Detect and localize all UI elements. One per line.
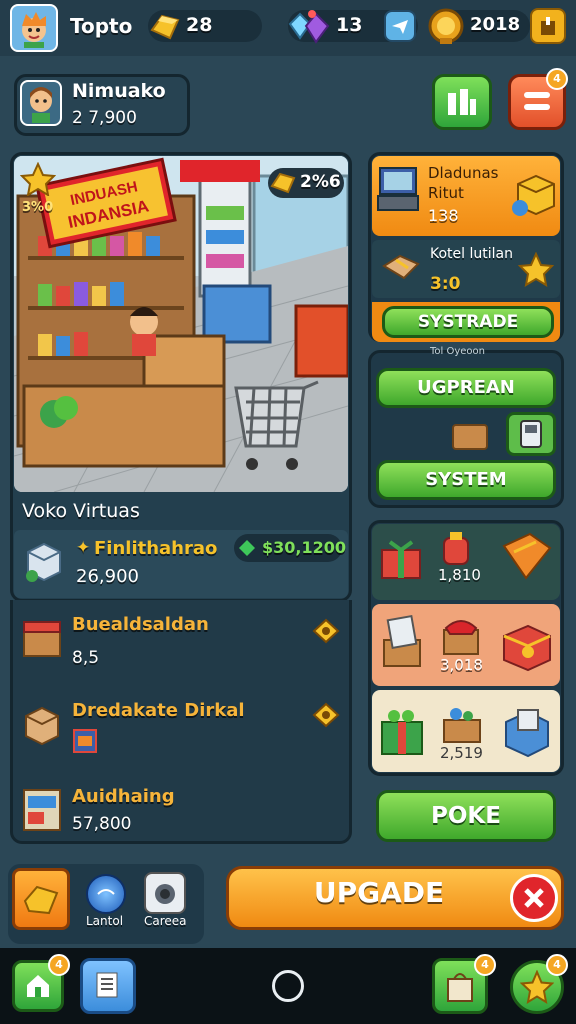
- register-icon: [376, 164, 420, 214]
- right-card-value: 138: [428, 206, 459, 225]
- coin-value: 2018: [470, 14, 521, 35]
- gem-value: 13: [336, 14, 363, 36]
- boy-face-icon: [22, 12, 46, 48]
- hotel-title: Kotel lutilan: [430, 246, 513, 262]
- list-item-3-icon: [20, 786, 64, 834]
- plane-icon[interactable]: [384, 10, 416, 42]
- system-button[interactable]: SYSTEM: [376, 460, 556, 500]
- hotel-star-icon: [518, 252, 554, 288]
- scene-gold-icon: [268, 168, 298, 198]
- items-row-1-value: 1,810: [438, 566, 481, 584]
- summary-item-name: Finlithahrao: [94, 538, 218, 559]
- favorites-badge: 4: [546, 954, 568, 976]
- phone-device-icon[interactable]: [506, 412, 556, 456]
- upgrade-button[interactable]: UGPREAN: [376, 368, 556, 408]
- cube-gift-icon: [510, 168, 558, 220]
- documents-button[interactable]: [80, 958, 136, 1014]
- dock-label-2: Careea: [144, 914, 187, 928]
- home-badge: 4: [48, 954, 70, 976]
- scene-counter-value: 2%6: [300, 172, 341, 192]
- blue-box-icon: [440, 702, 484, 746]
- list-item-1-expand-icon[interactable]: [312, 618, 340, 644]
- camera-icon: [155, 884, 175, 904]
- gold-value: 28: [186, 14, 213, 36]
- store-title: Voko Virtuas: [22, 500, 140, 522]
- list-item-1-icon: [20, 616, 64, 662]
- jar-icon: [440, 530, 472, 566]
- items-row-3-value: 2,519: [440, 744, 483, 762]
- profile-name: Nimuako: [72, 80, 166, 102]
- player-name: Topto: [70, 14, 133, 38]
- shop-badge: 4: [474, 954, 496, 976]
- poke-button[interactable]: POKE: [376, 790, 556, 842]
- camera-button[interactable]: [144, 872, 186, 914]
- gold-bar-icon: [148, 8, 182, 44]
- gold-action-button[interactable]: [12, 868, 70, 930]
- right-card-line2: Ritut: [428, 184, 464, 202]
- hotel-value: 3:0: [430, 274, 461, 294]
- list-item-3-name: Auidhaing: [72, 786, 175, 807]
- summary-bolt-icon: ✦: [76, 538, 91, 558]
- list-item-2-icon: [20, 700, 64, 746]
- list-item-2-expand-icon[interactable]: [312, 702, 340, 728]
- list-item-1-value: 8,5: [72, 648, 100, 668]
- shop-bag-icon[interactable]: [530, 8, 566, 44]
- star-badge-icon: [19, 161, 57, 197]
- profile-value: 2 7,900: [72, 108, 137, 128]
- list-item-1-name: Buealdsaldan: [72, 614, 209, 635]
- list-item-3-value: 57,800: [72, 814, 132, 834]
- blue-crate-icon: [500, 702, 554, 758]
- gold-nugget-icon: [23, 885, 59, 915]
- list-item-2-sub-icon: [72, 728, 98, 754]
- store-scene[interactable]: INDUASH INDANSIA: [14, 156, 348, 492]
- globe-icon: [97, 889, 115, 895]
- system-home-button[interactable]: [272, 970, 304, 1002]
- money-value: $30,1200: [262, 538, 347, 557]
- menu-notification-badge: 4: [546, 68, 568, 90]
- dock-label-1: Lantol: [86, 914, 124, 928]
- globe-button[interactable]: [86, 874, 126, 914]
- product-box-icon: [22, 538, 66, 584]
- paper-box-icon: [378, 614, 426, 670]
- bar-chart-icon: [448, 89, 476, 115]
- documents-icon: [96, 972, 118, 998]
- green-gift-icon: [378, 704, 426, 758]
- gem-cluster-icon: [284, 6, 332, 46]
- home-icon: [27, 975, 49, 997]
- stats-button[interactable]: [432, 74, 492, 130]
- cancel-icon[interactable]: [510, 874, 558, 922]
- items-row-2-value: 3,018: [440, 656, 483, 674]
- hotel-box-icon: [380, 248, 422, 290]
- right-card-line1: Dladunas: [428, 164, 499, 182]
- star-icon: [520, 970, 554, 1004]
- player-avatar[interactable]: [10, 4, 58, 52]
- summary-item-value: 26,900: [76, 566, 139, 587]
- red-gift-icon: [378, 534, 424, 582]
- star-label: 3%0: [22, 200, 54, 215]
- profile-avatar: [20, 80, 62, 126]
- upgrade-caption: Tol Oyeoon: [430, 346, 485, 357]
- upgrade-main-label: UPGADE: [313, 876, 445, 909]
- money-diamond-icon: [238, 539, 256, 557]
- red-cushion-box-icon: [438, 612, 484, 658]
- menu-icon: [524, 92, 550, 110]
- treasure-box-icon: [500, 614, 554, 672]
- systrade-button[interactable]: SYSTRADE: [382, 306, 554, 338]
- shopping-bag-icon: [447, 973, 473, 1002]
- list-item-2-name: Dredakate Dirkal: [72, 700, 245, 721]
- orange-crate-icon: [500, 528, 554, 584]
- crate-icon: [452, 424, 488, 450]
- trophy-coin-icon: [426, 6, 466, 48]
